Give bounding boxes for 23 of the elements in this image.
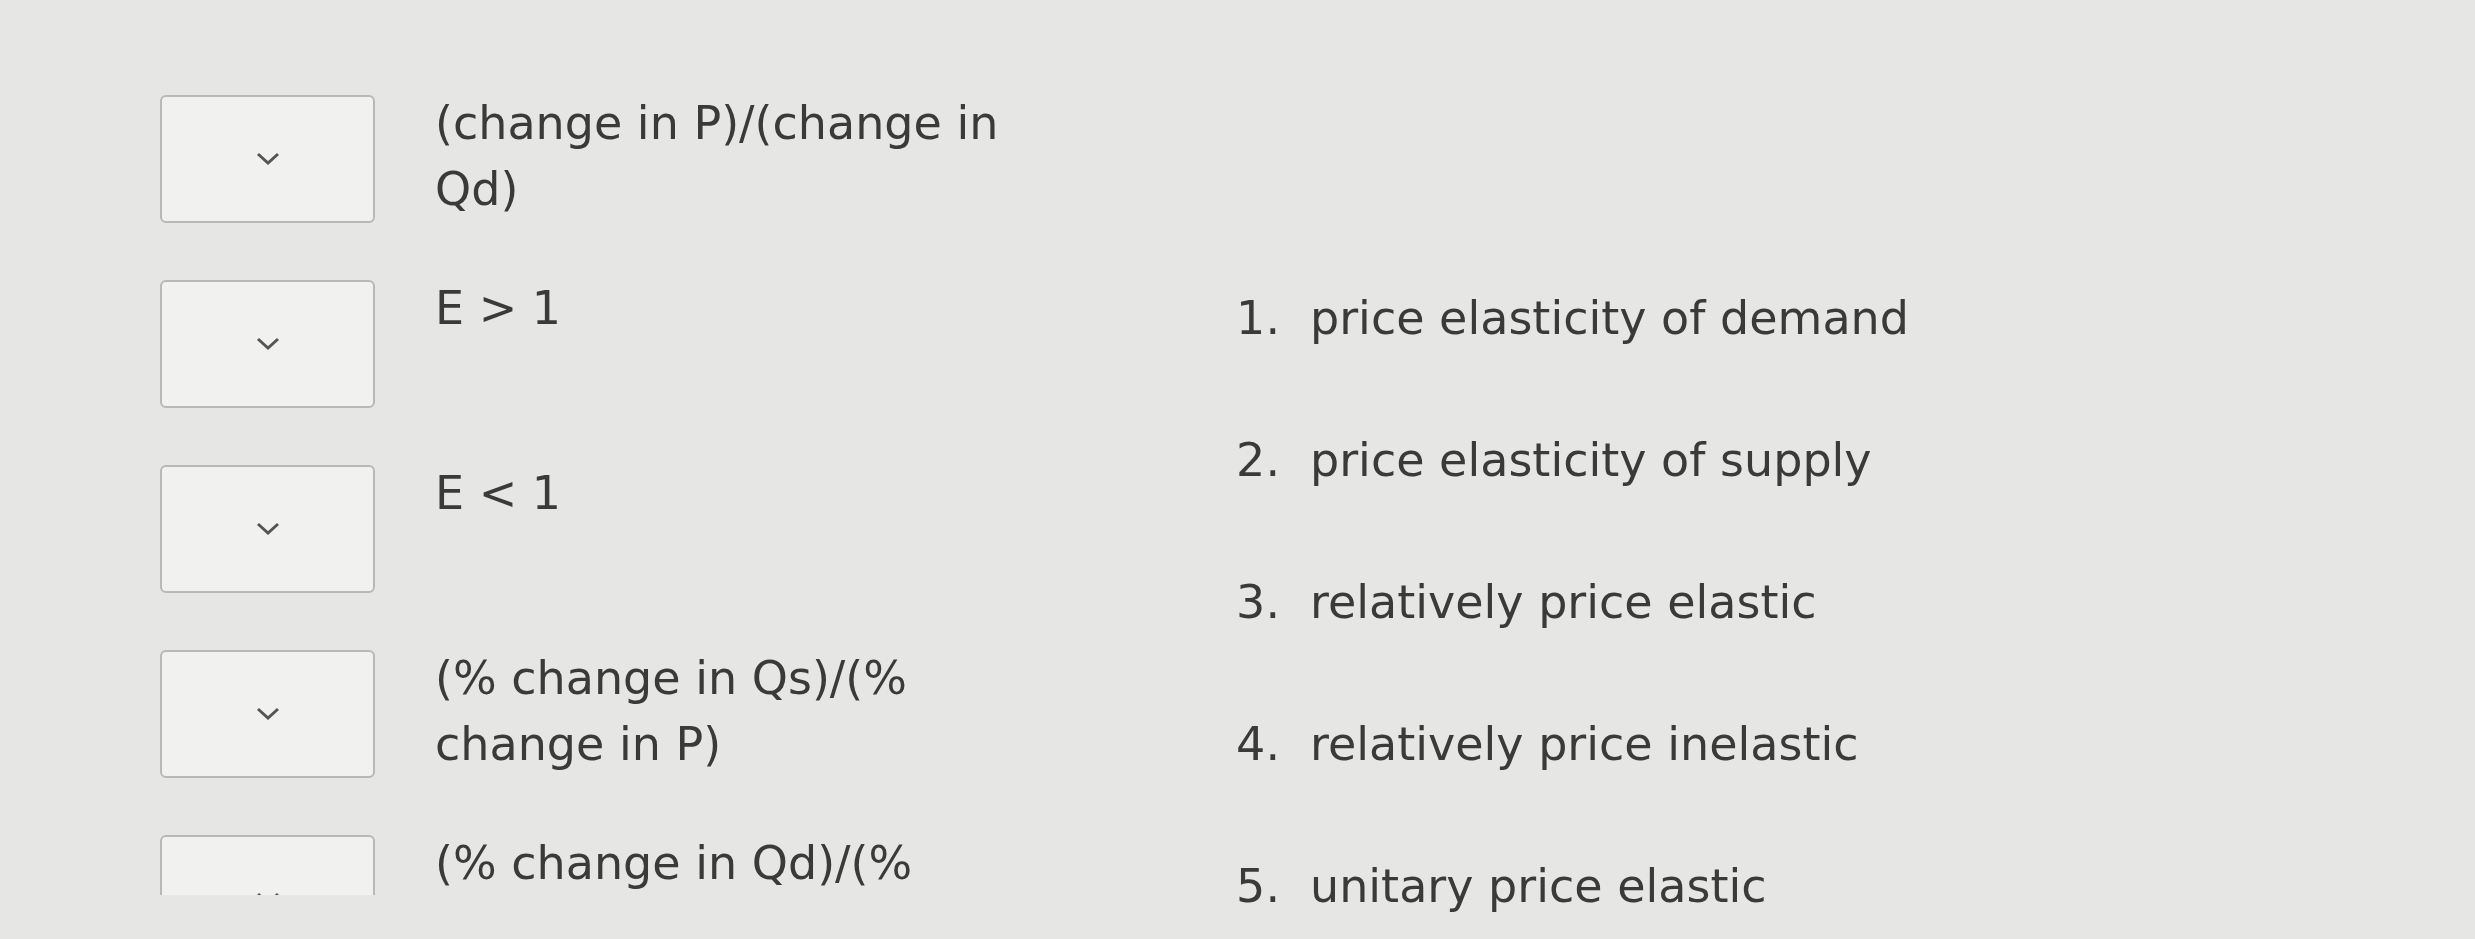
option-number: 4. bbox=[1235, 716, 1280, 773]
chevron-down-icon bbox=[254, 706, 281, 722]
option-number: 3. bbox=[1235, 574, 1280, 631]
dropdown[interactable] bbox=[160, 650, 375, 778]
matching-text: E < 1 bbox=[435, 465, 563, 522]
option-text: unitary price elastic bbox=[1310, 858, 1767, 915]
matching-text: E > 1 bbox=[435, 280, 563, 337]
option-text: price elasticity of supply bbox=[1310, 432, 1872, 489]
option-number: 5. bbox=[1235, 858, 1280, 915]
option-text: price elasticity of demand bbox=[1310, 290, 1909, 347]
chevron-down-icon bbox=[254, 151, 281, 167]
dropdown[interactable] bbox=[160, 95, 375, 223]
chevron-down-icon bbox=[254, 521, 281, 537]
dropdown[interactable] bbox=[160, 280, 375, 408]
option-number: 2. bbox=[1235, 432, 1280, 489]
matching-text: (% change in Qs)/(% change in P) bbox=[435, 650, 909, 773]
chevron-down-icon bbox=[254, 336, 281, 352]
matching-text: (change in P)/(change in Qd) bbox=[435, 95, 1000, 218]
option-number: 1. bbox=[1235, 290, 1280, 347]
dropdown[interactable] bbox=[160, 465, 375, 593]
matching-text: (% change in Qd)/(% bbox=[435, 835, 914, 892]
option-text: relatively price elastic bbox=[1310, 574, 1817, 631]
option-text: relatively price inelastic bbox=[1310, 716, 1859, 773]
